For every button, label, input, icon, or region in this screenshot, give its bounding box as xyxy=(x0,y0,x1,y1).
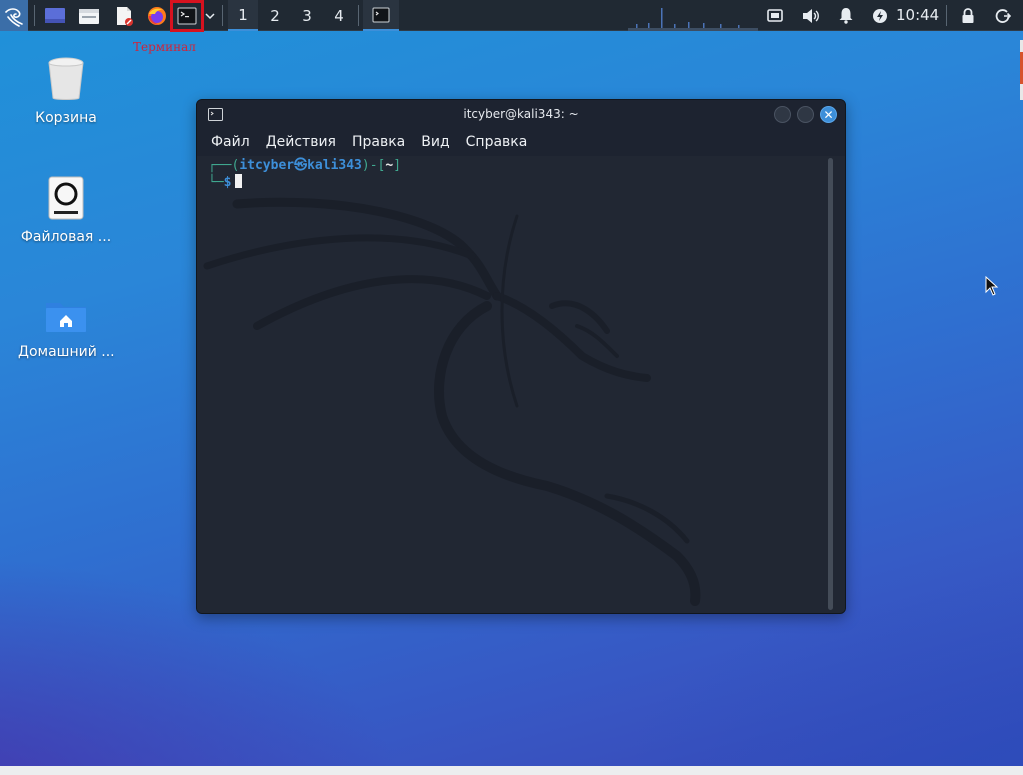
desktop-icon-home[interactable]: Домашний ... xyxy=(18,296,115,360)
display-icon xyxy=(767,8,783,22)
terminal-content[interactable]: ┌──(itcyber㉿kali343)-[~] └─$ xyxy=(197,156,845,613)
power-manager-icon xyxy=(873,8,887,23)
prompt-line1-close: ] xyxy=(393,158,402,173)
desktop-icon-label: Файловая ... xyxy=(20,229,112,245)
menu-actions[interactable]: Действия xyxy=(258,134,344,150)
panel-separator xyxy=(358,5,359,26)
text-editor-button[interactable] xyxy=(110,0,138,31)
text-editor-icon xyxy=(117,6,133,26)
close-button[interactable]: ✕ xyxy=(820,106,837,123)
notification-bell-icon xyxy=(839,8,853,24)
close-icon: ✕ xyxy=(823,107,834,122)
maximize-button[interactable] xyxy=(797,106,814,123)
terminal-highlight-box xyxy=(170,0,204,32)
firefox-icon xyxy=(148,6,166,25)
taskbar-terminal-window[interactable] xyxy=(363,0,399,31)
menu-help[interactable]: Справка xyxy=(458,134,536,150)
minimize-button[interactable] xyxy=(774,106,791,123)
lock-icon xyxy=(962,7,974,23)
filesystem-icon xyxy=(48,176,84,220)
home-folder-icon xyxy=(46,303,86,332)
mouse-pointer-icon xyxy=(985,276,999,296)
volume-button[interactable] xyxy=(800,0,822,31)
launcher-dropdown-button[interactable] xyxy=(203,0,217,31)
top-panel: 1 2 3 4 10:44 xyxy=(0,0,1023,32)
text-cursor xyxy=(235,174,243,188)
logout-button[interactable] xyxy=(992,0,1014,31)
panel-clock[interactable]: 10:44 xyxy=(896,0,939,31)
prompt-line1-mid: )-[ xyxy=(361,158,386,173)
kali-menu-button[interactable] xyxy=(0,0,28,31)
prompt-symbol: $ xyxy=(223,175,232,190)
terminal-titlebar[interactable]: itcyber@kali343: ~ ✕ xyxy=(197,100,845,128)
kali-dragon-watermark xyxy=(203,197,701,606)
logout-icon xyxy=(995,8,1011,23)
prompt-line1-open: ┌──( xyxy=(208,158,240,173)
dropdown-chevron-icon xyxy=(205,12,215,19)
show-desktop-icon xyxy=(45,7,65,23)
lock-screen-button[interactable] xyxy=(957,0,979,31)
prompt-line2-prefix: └─ xyxy=(208,175,224,190)
terminal-task-icon xyxy=(372,7,390,22)
terminal-title: itcyber@kali343: ~ xyxy=(463,107,579,121)
terminal-menubar: Файл Действия Правка Вид Справка xyxy=(197,128,845,156)
show-desktop-button[interactable] xyxy=(41,0,69,31)
panel-separator xyxy=(946,5,947,26)
file-manager-button[interactable] xyxy=(75,0,103,31)
terminal-annotation-label: Терминал xyxy=(133,40,196,54)
menu-view[interactable]: Вид xyxy=(413,134,457,150)
menu-file[interactable]: Файл xyxy=(203,134,258,150)
shell-prompt: ┌──(itcyber㉿kali343)-[~] └─$ xyxy=(208,158,401,191)
firefox-button[interactable] xyxy=(143,0,171,31)
panel-separator xyxy=(34,5,35,26)
desktop-icon-filesystem[interactable]: Файловая ... xyxy=(18,175,114,245)
kali-menu-icon xyxy=(5,7,23,27)
workspace-2[interactable]: 2 xyxy=(260,0,290,31)
volume-icon xyxy=(803,8,819,23)
workspace-4[interactable]: 4 xyxy=(324,0,354,31)
terminal-window-icon xyxy=(208,108,223,121)
desktop-icon-trash[interactable]: Корзина xyxy=(18,56,114,126)
file-manager-icon xyxy=(79,8,99,24)
desktop-icon-label: Домашний ... xyxy=(18,344,115,360)
notifications-button[interactable] xyxy=(835,0,857,31)
network-monitor-graph xyxy=(628,8,758,31)
workspace-3[interactable]: 3 xyxy=(292,0,322,31)
prompt-user-host: itcyber㉿kali343 xyxy=(239,158,362,173)
menu-edit[interactable]: Правка xyxy=(344,134,413,150)
power-manager-button[interactable] xyxy=(869,0,891,31)
panel-separator xyxy=(222,5,223,26)
display-button[interactable] xyxy=(764,0,786,31)
trash-icon xyxy=(48,57,84,100)
desktop-icon-label: Корзина xyxy=(35,110,97,126)
workspace-1[interactable]: 1 xyxy=(228,0,258,31)
terminal-window[interactable]: itcyber@kali343: ~ ✕ Файл Действия Правк… xyxy=(196,99,846,614)
bottom-edge-bar xyxy=(0,766,1023,775)
terminal-scrollbar[interactable] xyxy=(828,158,833,610)
